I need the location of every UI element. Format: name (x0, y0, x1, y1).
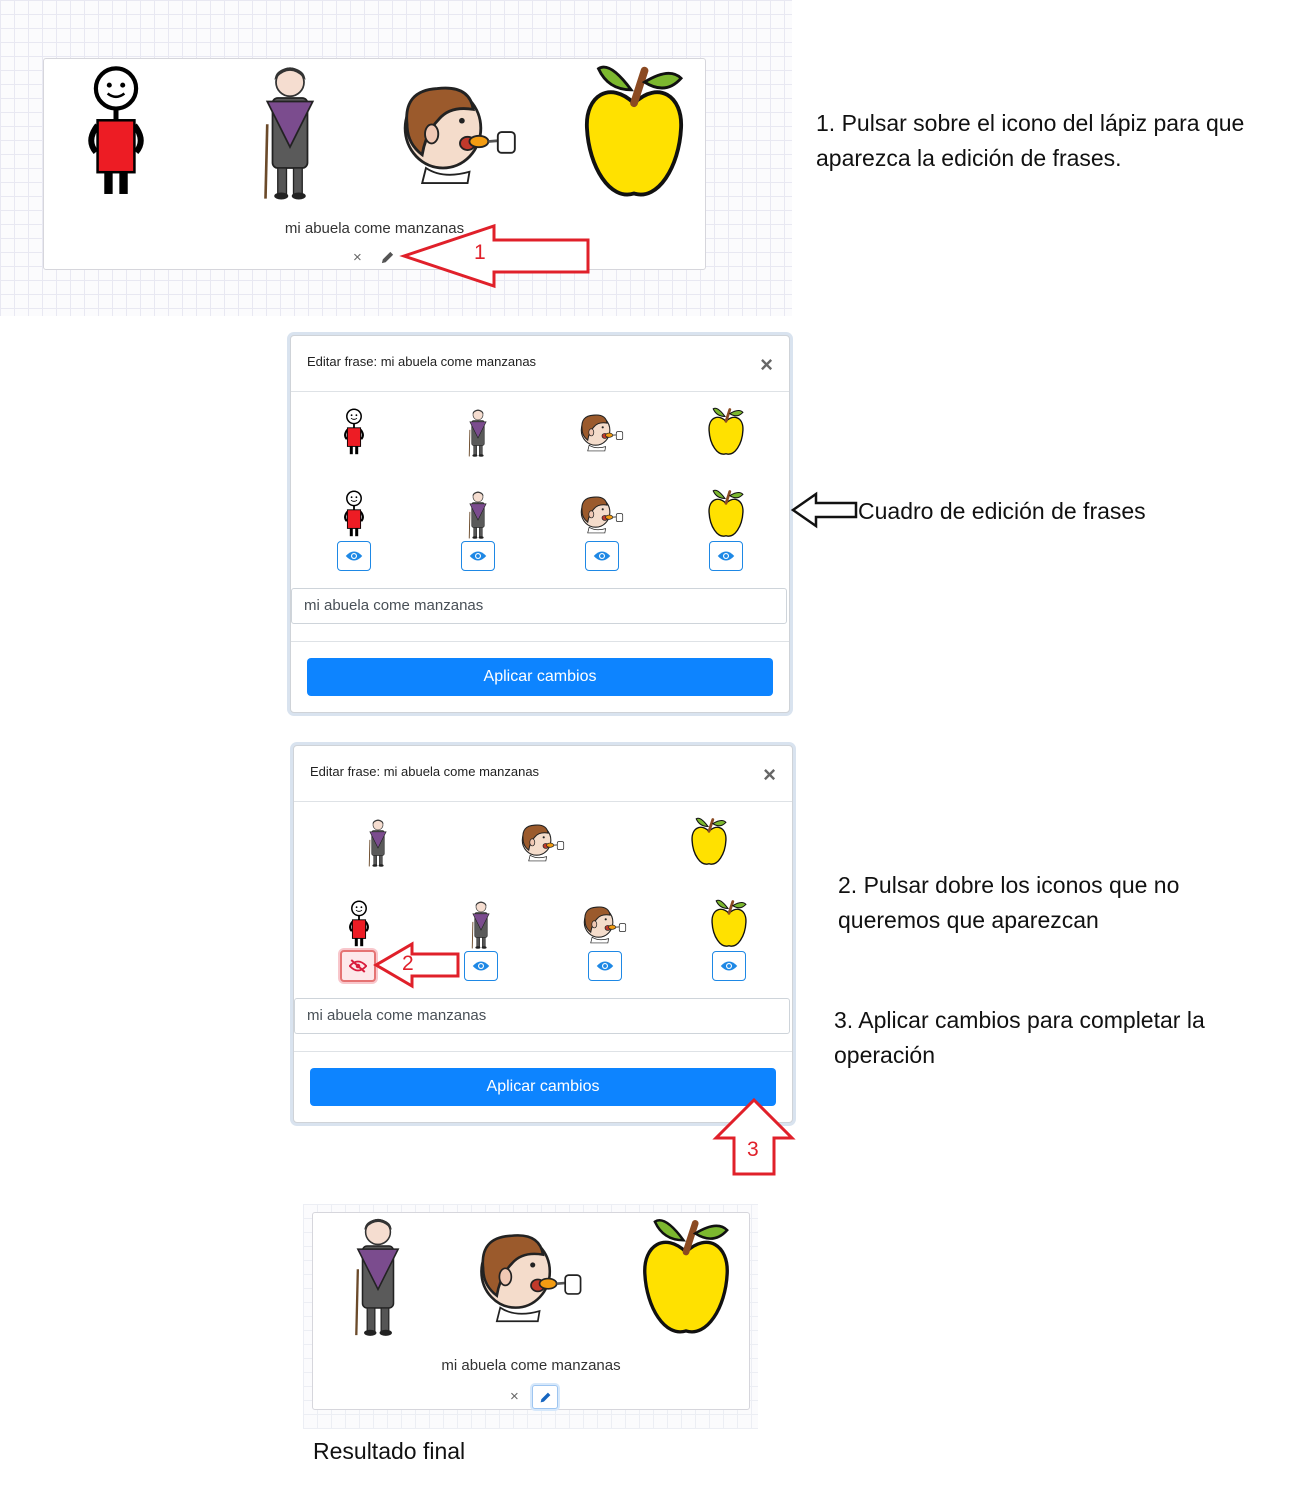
phrase-input[interactable]: mi abuela come manzanas (294, 998, 790, 1034)
pictogram-me (74, 65, 158, 199)
step3-note: 3. Aplicar cambios para completar la ope… (834, 1007, 1205, 1068)
phrase-card-result[interactable]: mi abuela come manzanas × (312, 1212, 750, 1410)
modal-title: Editar frase: mi abuela come manzanas (307, 354, 537, 369)
pencil-icon[interactable] (380, 250, 395, 265)
edit-phrase-modal: Editar frase: mi abuela come manzanas × … (293, 745, 793, 1123)
phrase-input[interactable]: mi abuela come manzanas (291, 588, 787, 624)
eye-off-icon (349, 959, 367, 973)
result-label: Resultado final (313, 1438, 466, 1464)
pictogram-eat (471, 1229, 591, 1323)
pictogram-eat (577, 412, 627, 452)
eye-icon (596, 960, 614, 972)
step2-note: 2. Pulsar dobre los iconos que no querem… (838, 872, 1180, 933)
arrow-1-number: 1 (474, 241, 486, 264)
visibility-toggle-apple[interactable] (709, 541, 743, 571)
arrow-3 (712, 1097, 796, 1176)
pictogram-eat (580, 904, 630, 944)
pictogram-grandma (465, 408, 491, 458)
arrow-outline-left (790, 491, 858, 529)
pencil-icon (539, 1391, 552, 1404)
apply-changes-button[interactable]: Aplicar cambios (307, 658, 773, 696)
pictogram-apple (690, 816, 728, 868)
arrow-2 (373, 941, 460, 989)
pictogram-eat (518, 822, 568, 862)
pictogram-grandma (252, 63, 328, 203)
visibility-toggle-grandma[interactable] (464, 951, 498, 981)
edit-button[interactable] (532, 1385, 558, 1409)
eye-icon (469, 550, 487, 562)
phrase-caption: mi abuela come manzanas (441, 1357, 621, 1374)
eye-icon (593, 550, 611, 562)
eye-icon (720, 960, 738, 972)
arrow-1 (399, 223, 590, 289)
divider (294, 1051, 792, 1052)
step1-note: 1. Pulsar sobre el icono del lápiz para … (816, 110, 1245, 171)
visibility-toggle-grandma[interactable] (461, 541, 495, 571)
pictogram-apple (580, 61, 688, 205)
delete-icon[interactable]: × (510, 1389, 519, 1405)
modal-title: Editar frase: mi abuela come manzanas (310, 764, 540, 779)
divider (291, 391, 789, 392)
pictogram-me (339, 408, 369, 456)
visibility-toggle-me[interactable] (340, 950, 376, 982)
pictogram-me (339, 490, 369, 538)
phrase-caption: mi abuela come manzanas (284, 220, 465, 237)
phrase-card[interactable]: mi abuela come manzanas × (43, 58, 706, 270)
apply-changes-button[interactable]: Aplicar cambios (310, 1068, 776, 1106)
edit-phrase-modal: Editar frase: mi abuela come manzanas × … (290, 335, 790, 713)
pictogram-eat (577, 494, 627, 534)
divider (294, 801, 792, 802)
pictogram-apple (710, 898, 748, 950)
visibility-toggle-me[interactable] (337, 541, 371, 571)
delete-icon[interactable]: × (353, 250, 362, 266)
pictogram-eat (392, 81, 528, 185)
visibility-toggle-eat[interactable] (588, 951, 622, 981)
pictogram-me (344, 900, 374, 948)
pictogram-grandma (468, 900, 494, 950)
pictogram-grandma (365, 818, 391, 868)
arrow-2-number: 2 (402, 952, 414, 975)
pictogram-apple (637, 1215, 735, 1341)
modal-close-button[interactable]: × (760, 354, 773, 376)
pictogram-apple (707, 406, 745, 458)
visibility-toggle-apple[interactable] (712, 951, 746, 981)
modal1-note: Cuadro de edición de frases (858, 498, 1146, 524)
eye-icon (717, 550, 735, 562)
eye-icon (472, 960, 490, 972)
pictogram-apple (707, 488, 745, 540)
visibility-toggle-eat[interactable] (585, 541, 619, 571)
pictogram-grandma (465, 490, 491, 540)
arrow-3-number: 3 (747, 1138, 759, 1161)
eye-icon (345, 550, 363, 562)
divider (291, 641, 789, 642)
pictogram-grandma (345, 1215, 411, 1339)
modal-close-button[interactable]: × (763, 764, 776, 786)
